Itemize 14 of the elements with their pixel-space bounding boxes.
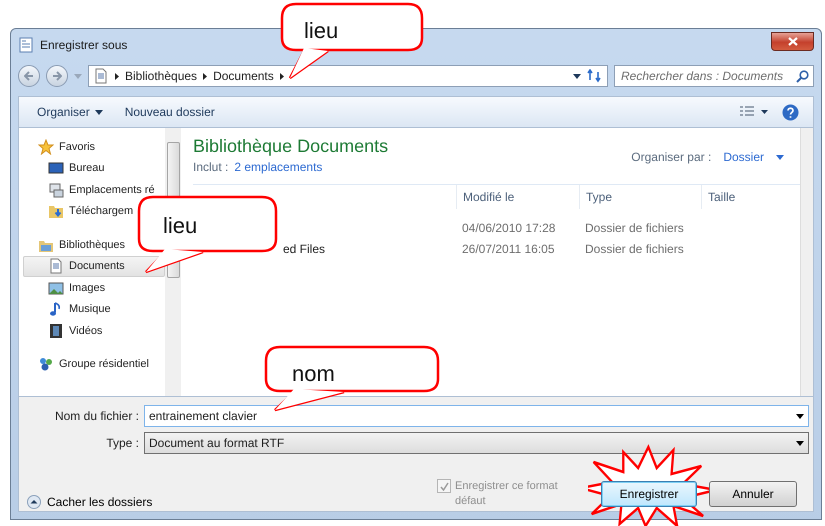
table-cell: Dossier de fichiers <box>585 242 684 256</box>
filename-label: Nom du fichier : <box>54 409 139 423</box>
table-cell: Dossier de fichiers <box>585 220 684 234</box>
library-title: Bibliothèque Documents <box>193 136 388 157</box>
window-title: Enregistrer sous <box>40 38 128 52</box>
callout-text: lieu <box>304 18 338 44</box>
table-cell: 26/07/2011 16:05 <box>462 242 555 256</box>
includes-label: Inclut : <box>193 160 228 174</box>
checkbox-label: Enregistrer ce format défaut <box>455 479 559 509</box>
callout-text: nom <box>292 361 335 387</box>
callout-text: lieu <box>163 213 198 239</box>
arrange-label: Organiser par : <box>631 150 712 164</box>
type-label: Type : <box>105 436 139 450</box>
table-cell: 04/06/2010 17:28 <box>462 220 556 234</box>
